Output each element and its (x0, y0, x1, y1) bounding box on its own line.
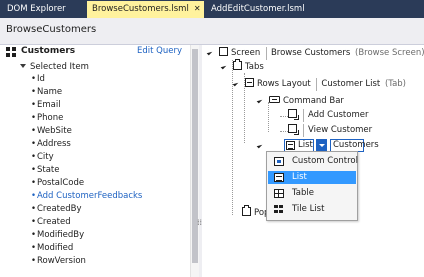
tree-connector (280, 116, 288, 117)
field-modified[interactable]: •Modified (31, 242, 73, 255)
tree-node-rows-layout[interactable]: Rows Layout Customer List (Tab) (232, 78, 406, 91)
edit-query-link[interactable]: Edit Query (137, 46, 182, 56)
entity-collection-icon (6, 47, 16, 57)
tab-label: BrowseCustomers.lsml (92, 4, 189, 14)
selected-item-label: Selected Item (30, 62, 89, 72)
tab-add-edit-customer[interactable]: AddEditCustomer.lsml (206, 1, 310, 18)
tree-node-add-customer[interactable]: Add Customer (288, 109, 368, 122)
menu-item-table[interactable]: Table (268, 187, 356, 200)
tree-node-command-bar[interactable]: Command Bar (256, 95, 344, 108)
table-icon (274, 189, 284, 198)
menu-item-custom-control[interactable]: Custom Control (268, 155, 358, 168)
list-icon (274, 173, 284, 182)
view-model-pane: Customers Edit Query Selected Item •Id •… (0, 45, 189, 277)
field-name[interactable]: •Name (31, 86, 62, 99)
command-bar-icon (269, 96, 280, 103)
field-phone[interactable]: •Phone (31, 112, 63, 125)
tabs-icon (233, 59, 242, 70)
tree-node-tabs[interactable]: Tabs (220, 59, 264, 74)
close-icon[interactable]: ✕ (194, 1, 201, 17)
custom-control-icon (274, 157, 284, 166)
button-icon (288, 124, 299, 135)
field-modifiedby[interactable]: •ModifiedBy (31, 229, 84, 242)
field-createdby[interactable]: •CreatedBy (31, 203, 82, 216)
tab-label: DOM Explorer (7, 4, 66, 14)
tab-dom-explorer[interactable]: DOM Explorer (2, 1, 71, 18)
tree-connector (280, 131, 288, 132)
field-id[interactable]: •Id (31, 73, 45, 86)
field-state[interactable]: •State (31, 164, 60, 177)
entity-label: Customers (21, 46, 76, 56)
field-rowversion[interactable]: •RowVersion (31, 255, 86, 268)
list-icon (286, 141, 295, 150)
menu-item-tile-list[interactable]: Tile List (268, 203, 356, 216)
expanded-icon[interactable] (256, 97, 263, 104)
collapse-icon[interactable] (20, 64, 26, 68)
field-city[interactable]: •City (31, 151, 54, 164)
expanded-icon[interactable] (256, 142, 263, 149)
document-tab-strip: DOM Explorer BrowseCustomers.lsml ✕ AddEd… (0, 0, 424, 18)
screen-content-tree: Screen Browse Customers (Browse Screen) … (202, 45, 424, 277)
expanded-icon[interactable] (220, 63, 227, 70)
expanded-icon[interactable] (206, 49, 213, 56)
screen-icon (219, 47, 228, 56)
tab-browse-customers[interactable]: BrowseCustomers.lsml ✕ (87, 1, 204, 18)
tree-node-view-customer[interactable]: View Customer (288, 124, 372, 137)
page-title: BrowseCustomers (6, 24, 97, 35)
rows-layout-icon (245, 78, 254, 87)
scrollbar-thumb[interactable] (192, 49, 198, 263)
field-email[interactable]: •Email (31, 99, 61, 112)
field-website[interactable]: •WebSite (31, 125, 72, 138)
tab-label: AddEditCustomer.lsml (211, 4, 305, 14)
control-type-dropdown: Custom Control List Table Tile List (266, 151, 358, 221)
add-customerfeedbacks-link[interactable]: •Add CustomerFeedbacks (31, 190, 142, 203)
tile-list-icon (274, 205, 284, 214)
expanded-icon[interactable] (232, 80, 239, 87)
left-pane-scrollbar[interactable] (190, 45, 199, 277)
field-created[interactable]: •Created (31, 216, 71, 229)
menu-item-list[interactable]: List (268, 171, 356, 184)
popups-icon (242, 205, 251, 216)
button-icon (288, 109, 299, 120)
designer-header: BrowseCustomers (0, 18, 424, 45)
field-address[interactable]: •Address (31, 138, 71, 151)
field-postalcode[interactable]: •PostalCode (31, 177, 84, 190)
tree-node-screen[interactable]: Screen Browse Customers (Browse Screen) (206, 47, 424, 60)
